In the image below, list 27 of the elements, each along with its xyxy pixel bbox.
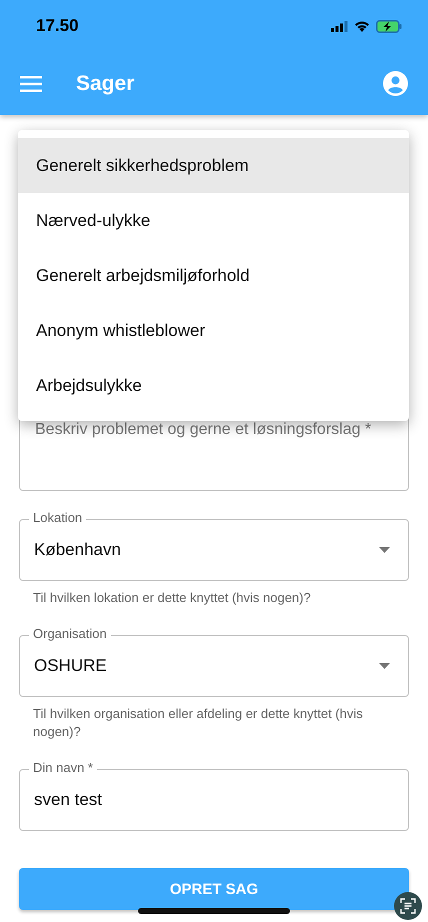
field-value: sven test bbox=[34, 790, 104, 810]
account-icon bbox=[383, 71, 408, 96]
signal-icon bbox=[331, 20, 348, 32]
menu-item[interactable]: Nærved-ulykke bbox=[18, 193, 409, 248]
dropdown-caret-icon bbox=[379, 547, 390, 553]
menu-icon bbox=[20, 76, 42, 92]
menu-item[interactable]: Anonym whistleblower bbox=[18, 303, 409, 358]
menu-item[interactable]: Generelt sikkerhedsproblem bbox=[18, 138, 409, 193]
select-field[interactable]: Lokation København bbox=[19, 510, 409, 581]
status-time: 17.50 bbox=[36, 16, 79, 36]
dropdown-caret-icon bbox=[379, 663, 390, 669]
input-field[interactable]: Din navn * sven test bbox=[19, 760, 409, 831]
menu-button[interactable] bbox=[20, 76, 42, 92]
battery-charging-icon bbox=[376, 20, 402, 32]
account-button[interactable] bbox=[383, 71, 408, 96]
text-scan-button[interactable] bbox=[394, 892, 422, 920]
description-placeholder: Beskriv problemet og gerne et løsningsforslag * bbox=[35, 421, 372, 438]
app-title: Sager bbox=[76, 72, 136, 96]
field-value: København bbox=[34, 540, 122, 560]
select-field[interactable]: Organisation OSHURE bbox=[19, 626, 409, 697]
wifi-icon bbox=[354, 20, 370, 32]
text-scan-icon bbox=[400, 898, 416, 914]
helper-text: Til hvilken organisation eller afdeling er dette knyttet (hvis nogen)? bbox=[33, 705, 364, 741]
helper-text: Til hvilken lokation er dette knyttet (hvis nogen)? bbox=[33, 589, 312, 607]
field-value: OSHURE bbox=[34, 656, 108, 676]
field-label: Organisation bbox=[29, 626, 111, 642]
menu-item[interactable]: Generelt arbejdsmiljøforhold bbox=[18, 248, 409, 303]
